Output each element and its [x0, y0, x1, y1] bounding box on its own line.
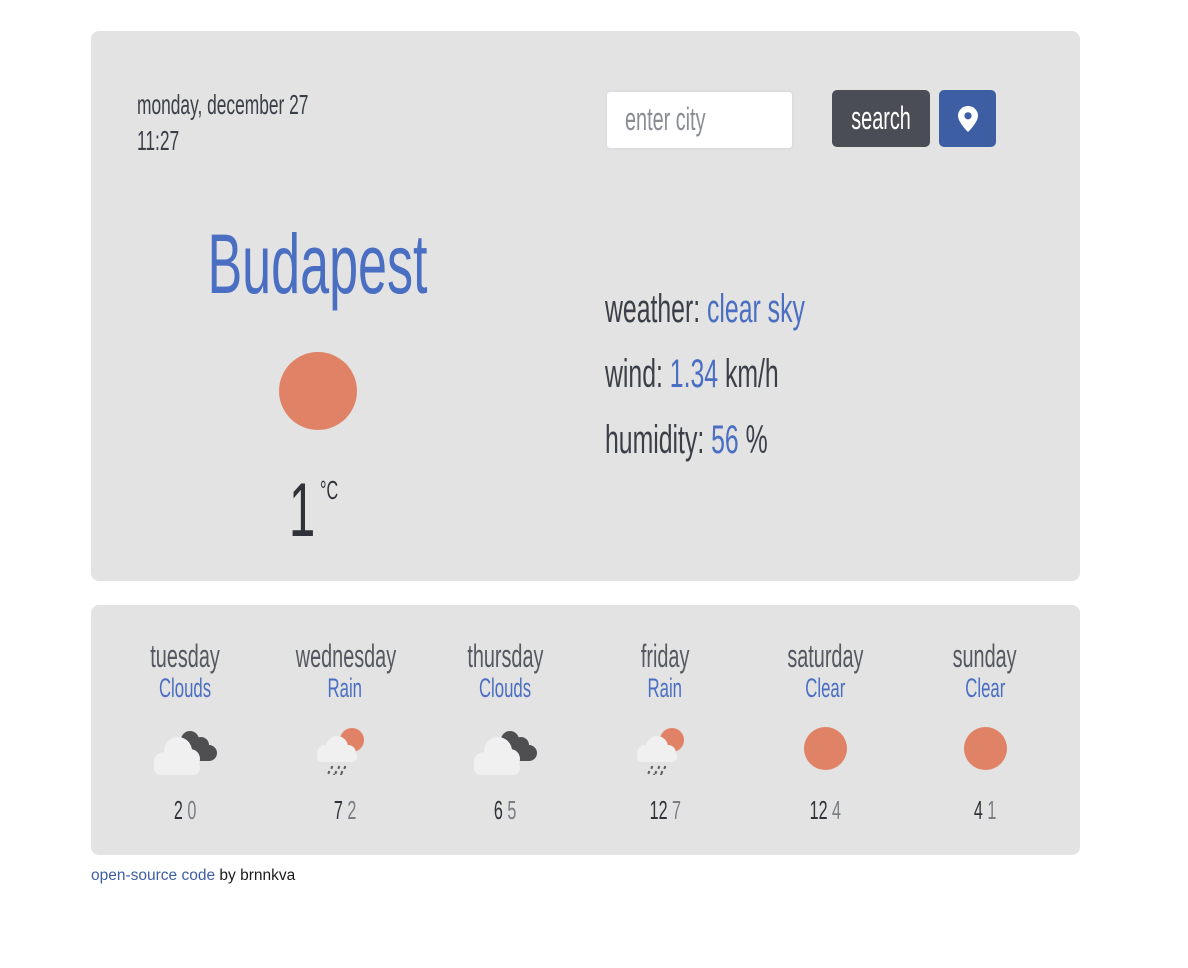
wind-speed: wind: 1.34 km/h: [605, 352, 885, 396]
forecast-min-temp: 1: [987, 795, 997, 825]
forecast-max-temp: 2: [173, 795, 183, 825]
forecast-day: tuesday Clouds 2 0: [105, 638, 265, 823]
map-pin-icon: [957, 105, 978, 132]
author-credit: by brnnkva: [215, 867, 296, 884]
forecast-max-temp: 12: [809, 795, 828, 825]
forecast-min-temp: 2: [347, 795, 357, 825]
current-weather-card: monday, december 27 11:27 enter city sea…: [91, 31, 1080, 581]
forecast-temps: 6 5: [425, 797, 585, 823]
forecast-condition: Clouds: [478, 673, 532, 703]
forecast-day-name: saturday: [786, 638, 864, 674]
forecast-temps: 4 1: [905, 797, 1065, 823]
forecast-condition: Clouds: [158, 673, 212, 703]
forecast-icon-wrap: [150, 725, 220, 775]
clouds-icon: [474, 731, 537, 775]
search-button-label: search: [851, 100, 911, 136]
humidity-unit: %: [745, 418, 768, 462]
forecast-condition: Clear: [804, 673, 846, 703]
wind-unit: km/h: [724, 352, 779, 396]
temperature-unit[interactable]: °C: [320, 475, 349, 506]
weather-value: clear sky: [707, 287, 805, 331]
forecast-temps: 2 0: [105, 797, 265, 823]
weather-label: weather:: [605, 287, 701, 331]
rain-icon: [637, 728, 684, 777]
forecast-day: friday Rain 12 7: [585, 638, 745, 823]
date-time: monday, december 27 11:27: [137, 87, 414, 159]
forecast-max-temp: 7: [333, 795, 343, 825]
forecast-max-temp: 12: [649, 795, 668, 825]
clouds-icon: [154, 731, 217, 775]
humidity: humidity: 56 %: [605, 418, 867, 462]
weather-description: weather: clear sky: [605, 287, 927, 331]
forecast-temps: 12 4: [745, 797, 905, 823]
wind-value: 1.34: [669, 352, 719, 396]
city-search-input[interactable]: [605, 90, 794, 150]
forecast-icon-wrap: [950, 725, 1020, 775]
forecast-min-temp: 7: [671, 795, 681, 825]
forecast-condition: Clear: [964, 673, 1006, 703]
forecast-max-temp: 4: [973, 795, 983, 825]
forecast-day-name: wednesday: [295, 638, 397, 674]
forecast-day-name: tuesday: [150, 638, 220, 674]
forecast-min-temp: 4: [831, 795, 841, 825]
forecast-card: tuesday Clouds 2 0 wednesday Rain 7 2 th…: [91, 605, 1080, 855]
forecast-day-name: thursday: [466, 638, 544, 674]
city-name: Budapest: [206, 217, 428, 311]
source-code-link[interactable]: open-source code: [91, 867, 215, 884]
forecast-icon-wrap: [310, 725, 380, 777]
sun-icon: [804, 727, 847, 770]
sun-icon: [964, 727, 1007, 770]
sun-icon: [279, 352, 357, 430]
humidity-label: humidity:: [605, 418, 705, 462]
forecast-day-name: friday: [640, 638, 690, 674]
forecast-icon-wrap: [630, 725, 700, 777]
humidity-value: 56: [711, 418, 739, 462]
forecast-min-temp: 0: [187, 795, 197, 825]
forecast-max-temp: 6: [493, 795, 503, 825]
current-date: monday, december 27: [137, 89, 309, 120]
forecast-min-temp: 5: [507, 795, 517, 825]
forecast-day: sunday Clear 4 1: [905, 638, 1065, 823]
rain-icon: [317, 728, 364, 777]
forecast-icon-wrap: [470, 725, 540, 775]
forecast-day-name: sunday: [953, 638, 1017, 674]
forecast-day: saturday Clear 12 4: [745, 638, 905, 823]
forecast-icon-wrap: [790, 725, 860, 775]
forecast-day: wednesday Rain 7 2: [265, 638, 425, 823]
forecast-temps: 7 2: [265, 797, 425, 823]
current-time: 11:27: [137, 125, 180, 156]
search-button[interactable]: search: [832, 90, 930, 147]
wind-label: wind:: [605, 352, 663, 396]
forecast-day: thursday Clouds 6 5: [425, 638, 585, 823]
forecast-temps: 12 7: [585, 797, 745, 823]
forecast-condition: Rain: [327, 673, 363, 703]
forecast-condition: Rain: [647, 673, 683, 703]
footer: open-source code by brnnkva: [91, 867, 295, 885]
current-location-button[interactable]: [939, 90, 996, 147]
